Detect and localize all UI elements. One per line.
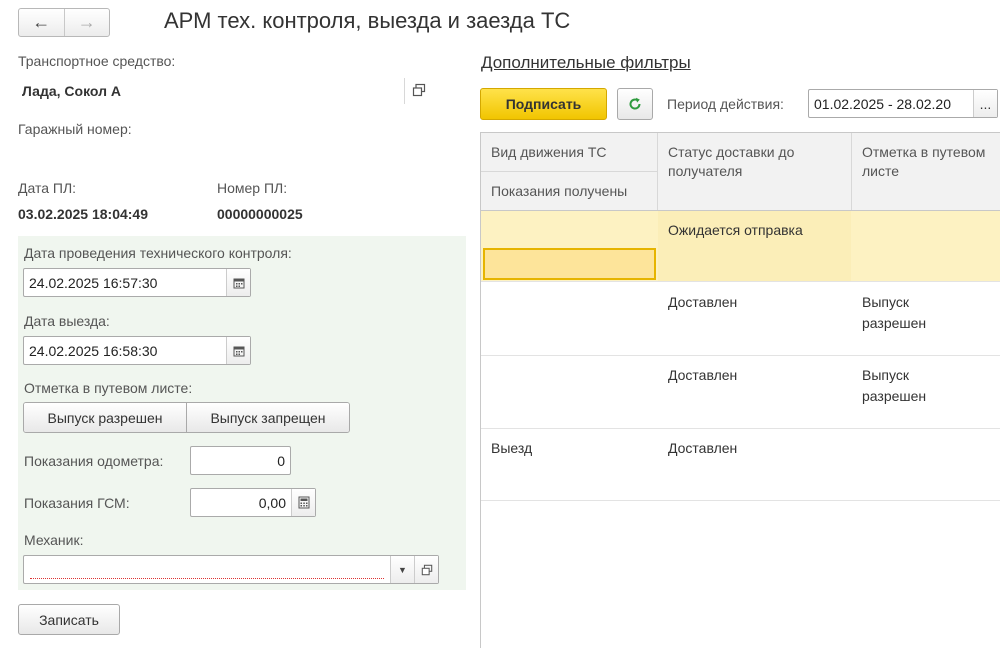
tech-date-field[interactable]: 24.02.2025 16:57:30 <box>23 268 251 297</box>
row-divider <box>481 281 1000 282</box>
row4-status[interactable]: Доставлен <box>658 438 851 459</box>
period-label: Период действия: <box>667 96 784 112</box>
fuel-label: Показания ГСМ: <box>24 495 130 511</box>
release-allowed-button[interactable]: Выпуск разрешен <box>24 403 186 432</box>
period-select-button[interactable]: ... <box>973 90 997 117</box>
odometer-label: Показания одометра: <box>24 453 164 469</box>
header-divider <box>481 171 657 172</box>
waybill-mark-toggle: Выпуск разрешен Выпуск запрещен <box>23 402 350 433</box>
open-window-icon <box>412 83 426 97</box>
mechanic-field[interactable]: ▼ <box>23 555 439 584</box>
row1-status: Ожидается отправка <box>668 222 803 238</box>
arrow-right-icon: → <box>77 12 96 32</box>
pl-number-label: Номер ПЛ: <box>217 180 288 196</box>
col-divider <box>657 133 658 210</box>
refresh-icon <box>629 97 641 110</box>
open-window-icon <box>421 564 432 575</box>
calendar-button[interactable] <box>226 337 250 364</box>
vehicle-label: Транспортное средство: <box>18 53 176 69</box>
odometer-input[interactable]: 0 <box>191 453 290 469</box>
row2-status[interactable]: Доставлен <box>658 292 851 313</box>
chevron-down-icon: ▼ <box>398 564 407 575</box>
dropdown-button[interactable]: ▼ <box>390 556 414 583</box>
row-divider <box>481 500 1000 501</box>
additional-filters-link[interactable]: Дополнительные фильтры <box>481 53 691 73</box>
row2-mark[interactable]: Выпуск разрешен <box>852 292 972 334</box>
row3-mark[interactable]: Выпуск разрешен <box>852 365 972 407</box>
mechanic-input[interactable] <box>30 561 384 579</box>
col-header-movement[interactable]: Вид движения ТС <box>481 133 657 171</box>
row3-status[interactable]: Доставлен <box>658 365 851 386</box>
tech-date-input[interactable]: 24.02.2025 16:57:30 <box>24 275 226 291</box>
pl-number-value: 00000000025 <box>217 206 303 222</box>
open-mechanic-button[interactable] <box>414 556 438 583</box>
save-button[interactable]: Записать <box>18 604 120 635</box>
waybill-mark-label: Отметка в путевом листе: <box>24 380 193 396</box>
departure-label: Дата выезда: <box>24 313 110 329</box>
row-divider <box>481 355 1000 356</box>
active-cell[interactable] <box>483 248 656 280</box>
row4-movement[interactable]: Выезд <box>481 438 657 459</box>
odometer-field[interactable]: 0 <box>190 446 291 475</box>
release-denied-button[interactable]: Выпуск запрещен <box>186 403 349 432</box>
calendar-icon <box>233 278 244 288</box>
tech-date-label: Дата проведения технического контроля: <box>24 245 292 261</box>
calculator-icon <box>298 496 309 509</box>
period-field[interactable]: 01.02.2025 - 28.02.20 ... <box>808 89 998 118</box>
page-title: АРМ тех. контроля, выезда и заезда ТС <box>164 8 571 33</box>
col-header-mark[interactable]: Отметка в путевом листе <box>852 133 1000 210</box>
arrow-left-icon: ← <box>32 12 51 32</box>
calendar-icon <box>233 346 244 356</box>
col-header-readings[interactable]: Показания получены <box>481 172 657 210</box>
departure-field[interactable]: 24.02.2025 16:58:30 <box>23 336 251 365</box>
garage-label: Гаражный номер: <box>18 121 132 137</box>
vehicle-value[interactable]: Лада, Сокол А <box>22 83 121 99</box>
departure-input[interactable]: 24.02.2025 16:58:30 <box>24 343 226 359</box>
divider <box>404 78 405 104</box>
documents-table: Вид движения ТС Показания получены Стату… <box>480 132 1000 648</box>
period-input[interactable]: 01.02.2025 - 28.02.20 <box>809 96 973 112</box>
col-header-status[interactable]: Статус доставки до получателя <box>658 133 851 210</box>
forward-button[interactable]: → <box>63 9 110 36</box>
calendar-button[interactable] <box>226 269 250 296</box>
sign-button[interactable]: Подписать <box>480 88 607 120</box>
col-divider <box>851 133 852 210</box>
refresh-button[interactable] <box>617 88 653 120</box>
pl-date-value: 03.02.2025 18:04:49 <box>18 206 148 222</box>
fuel-field[interactable]: 0,00 <box>190 488 316 517</box>
row-divider <box>481 428 1000 429</box>
open-vehicle-button[interactable] <box>412 83 426 100</box>
mechanic-label: Механик: <box>24 532 84 548</box>
nav-buttons: ← → <box>18 8 110 37</box>
back-button[interactable]: ← <box>19 9 64 36</box>
pl-date-label: Дата ПЛ: <box>18 180 77 196</box>
fuel-input[interactable]: 0,00 <box>191 495 291 511</box>
calculator-button[interactable] <box>291 489 315 516</box>
